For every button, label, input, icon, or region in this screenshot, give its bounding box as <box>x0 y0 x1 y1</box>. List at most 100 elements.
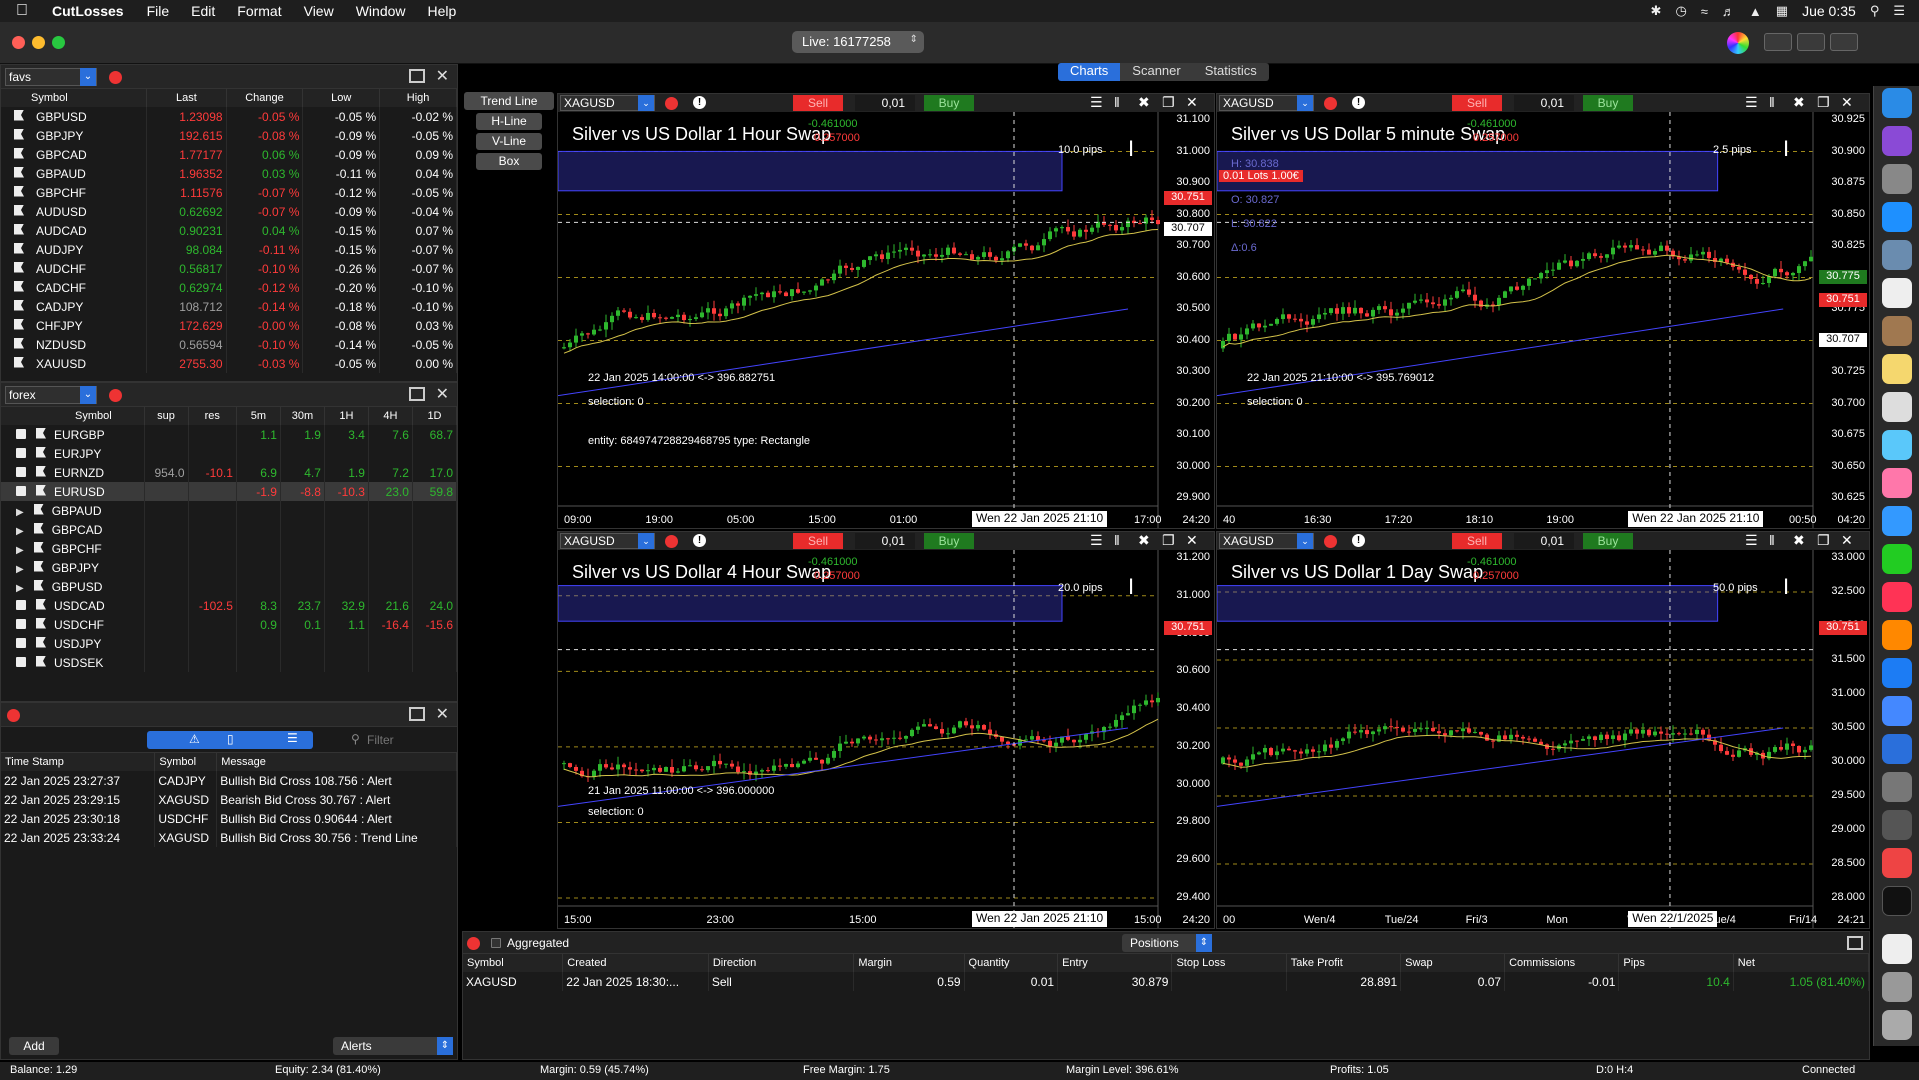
chart-symbol-select[interactable]: XAGUSD ⌄ <box>560 533 655 549</box>
column-header[interactable]: Last <box>146 89 227 107</box>
flag-icon[interactable] <box>36 465 46 477</box>
split-icon[interactable]: ‖ <box>1769 532 1775 548</box>
messages-icon[interactable] <box>1882 506 1912 536</box>
maps-icon[interactable] <box>1882 430 1912 460</box>
window-close-button[interactable] <box>12 36 25 49</box>
detach-window-icon[interactable]: ❐ <box>1162 94 1175 111</box>
menu-window[interactable]: Window <box>345 3 417 19</box>
selection-rectangle[interactable] <box>558 150 1063 192</box>
brave-icon[interactable] <box>1882 848 1912 878</box>
tab-statistics[interactable]: Statistics <box>1192 63 1269 81</box>
list-icon[interactable]: ☰ <box>287 731 298 745</box>
record-icon[interactable] <box>665 97 678 110</box>
column-header[interactable]: Message <box>216 753 457 771</box>
flag-icon[interactable] <box>36 617 46 629</box>
account-select[interactable]: Live: 16177258 ⇕ <box>792 31 924 53</box>
window-zoom-button[interactable] <box>52 36 65 49</box>
menu-icon[interactable]: ☰ <box>1090 94 1103 111</box>
column-header[interactable]: 1D <box>412 407 457 425</box>
menu-help[interactable]: Help <box>417 3 468 19</box>
column-header[interactable]: Stop Loss <box>1171 954 1287 972</box>
reminders-icon[interactable] <box>1882 392 1912 422</box>
row-checkbox[interactable] <box>16 466 26 477</box>
price-chart[interactable] <box>558 112 1215 529</box>
tool-v-line-button[interactable]: V-Line <box>476 133 542 150</box>
bluetooth-icon[interactable]: ✱ <box>1651 3 1662 19</box>
flag-icon[interactable] <box>14 204 24 216</box>
tool-trend-line-button[interactable]: Trend Line <box>464 92 554 110</box>
sell-button[interactable]: Sell <box>1452 533 1502 549</box>
buy-button[interactable]: Buy <box>1583 95 1633 111</box>
table-row[interactable]: EURUSD -1.9 -8.8 -10.3 23.0 59.8 <box>1 482 457 501</box>
flag-icon[interactable] <box>14 242 24 254</box>
automator-icon[interactable] <box>1882 772 1912 802</box>
table-row[interactable]: USDCAD -102.5 8.3 23.7 32.9 21.6 24.0 <box>1 596 457 615</box>
downloads-icon[interactable] <box>1882 972 1912 1002</box>
selection-rectangle[interactable] <box>558 585 1063 622</box>
table-row[interactable]: ▶ GBPJPY <box>1 558 457 577</box>
positions-view-select[interactable]: Positions ⇕ <box>1122 934 1212 952</box>
flag-icon[interactable] <box>36 484 46 496</box>
tool-box-button[interactable]: Box <box>476 153 542 170</box>
window-minimize-button[interactable] <box>32 36 45 49</box>
table-row[interactable]: AUDCAD 0.90231 0.04 % -0.15 % 0.07 % <box>1 221 457 240</box>
table-row[interactable]: XAUUSD 2755.30 -0.03 % -0.05 % 0.00 % <box>1 354 457 373</box>
menu-edit[interactable]: Edit <box>180 3 226 19</box>
flag-icon[interactable] <box>14 337 24 349</box>
column-header[interactable]: Take Profit <box>1286 954 1402 972</box>
table-row[interactable]: USDJPY <box>1 634 457 653</box>
table-row[interactable]: 22 Jan 2025 23:29:15 XAGUSD Bearish Bid Cr… <box>1 790 457 809</box>
photos-icon[interactable] <box>1882 468 1912 498</box>
alerts-filter-segment[interactable]: ⚠ ▯ ☰ <box>147 731 313 749</box>
stocks-icon[interactable] <box>1882 886 1912 916</box>
column-header[interactable]: Created <box>562 954 709 972</box>
row-checkbox[interactable] <box>16 618 26 629</box>
info-icon[interactable]: ! <box>1352 534 1365 547</box>
table-row[interactable]: EURJPY <box>1 444 457 463</box>
info-icon[interactable]: ! <box>693 96 706 109</box>
quantity-input[interactable]: 0,01 <box>1514 95 1574 111</box>
wifi-icon[interactable]: ≈ <box>1701 4 1708 19</box>
row-checkbox[interactable] <box>16 637 26 648</box>
table-row[interactable]: ▶ GBPCAD <box>1 520 457 539</box>
column-header[interactable]: Symbol <box>154 753 218 771</box>
column-header[interactable]: 5m <box>236 407 281 425</box>
menu-view[interactable]: View <box>293 3 345 19</box>
app-store-icon[interactable] <box>1882 658 1912 688</box>
table-row[interactable]: ▶ GBPCHF <box>1 539 457 558</box>
column-header[interactable]: Margin <box>853 954 965 972</box>
favs-list-select[interactable]: favs ⌄ <box>5 68 97 86</box>
alerts-filter-input[interactable] <box>367 731 453 749</box>
buy-button[interactable]: Buy <box>1583 533 1633 549</box>
flag-icon[interactable] <box>14 185 24 197</box>
column-header[interactable]: Net <box>1733 954 1870 972</box>
aggregated-checkbox[interactable] <box>491 938 501 948</box>
table-row[interactable]: AUDUSD 0.62692 -0.07 % -0.09 % -0.04 % <box>1 202 457 221</box>
close-tab-icon[interactable]: ✖ <box>1793 532 1805 549</box>
flag-icon[interactable] <box>14 109 24 121</box>
preview-icon[interactable] <box>1882 240 1912 270</box>
close-tab-icon[interactable]: ✖ <box>1138 94 1150 111</box>
column-header[interactable]: Low <box>302 89 381 107</box>
tool-h-line-button[interactable]: H-Line <box>476 113 542 130</box>
close-icon[interactable]: ✕ <box>436 384 449 404</box>
detach-window-icon[interactable] <box>409 387 425 401</box>
books-icon[interactable] <box>1882 620 1912 650</box>
table-row[interactable]: ▶ GBPAUD <box>1 501 457 520</box>
price-chart[interactable] <box>558 550 1215 929</box>
expand-triangle-icon[interactable]: ▶ <box>16 564 24 575</box>
system-preferences-icon[interactable] <box>1882 810 1912 840</box>
column-header[interactable]: Change <box>226 89 304 107</box>
flag-icon[interactable] <box>14 223 24 235</box>
expand-triangle-icon[interactable]: ▶ <box>16 583 24 594</box>
chart-pane[interactable]: XAGUSD ⌄! Sell 0,01 Buy ☰ ‖ ✖ ❐ ✕ Silver vs US Dol… <box>557 531 1215 929</box>
flag-icon[interactable] <box>14 299 24 311</box>
trash-icon[interactable] <box>1882 1010 1912 1040</box>
table-row[interactable]: 22 Jan 2025 23:33:24 XAGUSD Bullish Bid Cr… <box>1 828 457 847</box>
document-icon[interactable] <box>1882 934 1912 964</box>
column-header[interactable]: 1H <box>324 407 369 425</box>
record-icon[interactable] <box>467 937 480 950</box>
record-icon[interactable] <box>1324 97 1337 110</box>
flag-icon[interactable] <box>33 522 44 534</box>
menu-icon[interactable]: ☰ <box>1745 94 1758 111</box>
